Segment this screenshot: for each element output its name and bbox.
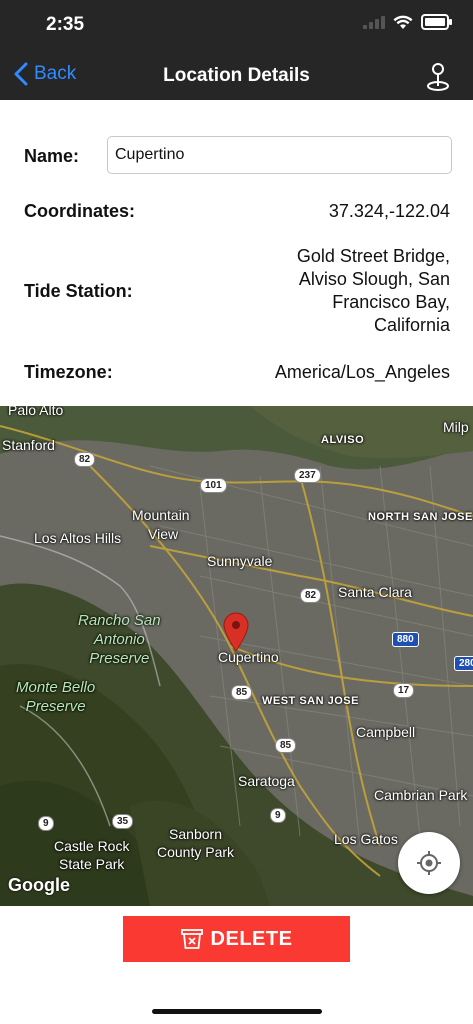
map-place-label: Campbell bbox=[356, 724, 416, 740]
status-time: 2:35 bbox=[46, 14, 85, 35]
map-park-line: Monte Bello bbox=[16, 679, 96, 696]
map-place-label: Mountain bbox=[132, 507, 190, 523]
coordinates-label: Coordinates: bbox=[24, 201, 136, 221]
map-place-label: Sunnyvale bbox=[207, 553, 273, 569]
tide-station-line: California bbox=[373, 315, 450, 335]
page-title: Location Details bbox=[163, 65, 310, 86]
map-place-label: View bbox=[148, 526, 179, 542]
highway-shield: 17 bbox=[393, 683, 415, 698]
map-park-line: State Park bbox=[59, 856, 125, 872]
status-icons bbox=[363, 14, 452, 30]
highway-shield: 82 bbox=[300, 588, 322, 603]
map-pin-icon bbox=[427, 63, 449, 91]
location-details-panel: Name: Coordinates: 37.324,-122.04 Tide S… bbox=[0, 100, 473, 406]
location-pin-button[interactable] bbox=[425, 62, 451, 97]
navigation-bar: Back Location Details bbox=[0, 52, 473, 100]
map-place-label: Milp bbox=[443, 419, 469, 435]
map-place-label: Palo Alto bbox=[8, 406, 64, 418]
wifi-icon bbox=[393, 15, 413, 29]
highway-shield: 101 bbox=[200, 478, 227, 493]
map-park-line: Castle Rock bbox=[54, 838, 130, 854]
map-place-label: WEST SAN JOSE bbox=[262, 695, 359, 707]
map-place-label: Saratoga bbox=[238, 773, 295, 789]
highway-shield: 237 bbox=[294, 468, 321, 483]
map-park-label: Rancho San Antonio Preserve bbox=[78, 611, 161, 668]
map-marker-pin[interactable] bbox=[223, 612, 249, 657]
map-park-line: Antonio bbox=[93, 631, 145, 648]
highway-shield: 82 bbox=[74, 452, 96, 467]
map-park-label: Castle Rock State Park bbox=[54, 837, 129, 873]
timezone-label: Timezone: bbox=[24, 362, 113, 382]
current-location-button[interactable] bbox=[398, 832, 460, 894]
name-input[interactable] bbox=[107, 136, 452, 174]
satellite-map[interactable]: Palo Alto Stanford ALVISO Milp NORTH SAN… bbox=[0, 406, 473, 906]
map-marker-icon bbox=[223, 612, 249, 652]
map-place-label: Cambrian Park bbox=[374, 787, 468, 803]
delete-label: DELETE bbox=[210, 927, 293, 950]
highway-shield: 9 bbox=[38, 816, 54, 831]
map-park-line: County Park bbox=[157, 844, 235, 860]
map-place-label: ALVISO bbox=[321, 434, 365, 446]
map-place-label: Los Gatos bbox=[334, 831, 398, 847]
tide-station-line: Francisco Bay, bbox=[332, 292, 450, 312]
map-park-line: Preserve bbox=[89, 650, 150, 667]
map-place-label: Santa Clara bbox=[338, 584, 412, 600]
highway-shield: 280 bbox=[454, 656, 473, 671]
google-attribution: Google bbox=[8, 875, 70, 895]
name-label: Name: bbox=[24, 146, 80, 166]
tide-station-line: Alviso Slough, San bbox=[298, 269, 450, 289]
highway-shield: 880 bbox=[392, 632, 419, 647]
map-park-label: Monte Bello Preserve bbox=[16, 678, 95, 716]
highway-shield: 85 bbox=[231, 685, 253, 700]
tide-station-value: Gold Street Bridge, Alviso Slough, San F… bbox=[297, 245, 450, 337]
timezone-value: America/Los_Angeles bbox=[274, 362, 450, 382]
delete-button[interactable]: DELETE bbox=[123, 916, 350, 962]
battery-icon bbox=[421, 14, 452, 30]
coordinates-value: 37.324,-122.04 bbox=[328, 201, 450, 221]
highway-shield: 35 bbox=[112, 814, 134, 829]
map-park-line: Sanborn bbox=[169, 826, 222, 842]
map-place-label: Stanford bbox=[2, 437, 55, 453]
map-place-label: Los Altos Hills bbox=[34, 530, 122, 546]
home-indicator[interactable] bbox=[152, 1009, 322, 1014]
highway-shield: 9 bbox=[270, 808, 286, 823]
trash-icon bbox=[180, 929, 203, 949]
highway-shield: 85 bbox=[275, 738, 297, 753]
status-bar: 2:35 bbox=[0, 0, 473, 52]
crosshair-icon bbox=[417, 851, 441, 875]
tide-station-label: Tide Station: bbox=[24, 281, 133, 301]
signal-icon bbox=[363, 15, 385, 29]
map-park-label: Sanborn County Park bbox=[157, 825, 234, 861]
map-park-line: Preserve bbox=[25, 698, 86, 715]
map-place-label: NORTH SAN JOSE bbox=[368, 511, 473, 523]
map-park-line: Rancho San bbox=[78, 612, 161, 629]
tide-station-line: Gold Street Bridge, bbox=[296, 246, 450, 266]
